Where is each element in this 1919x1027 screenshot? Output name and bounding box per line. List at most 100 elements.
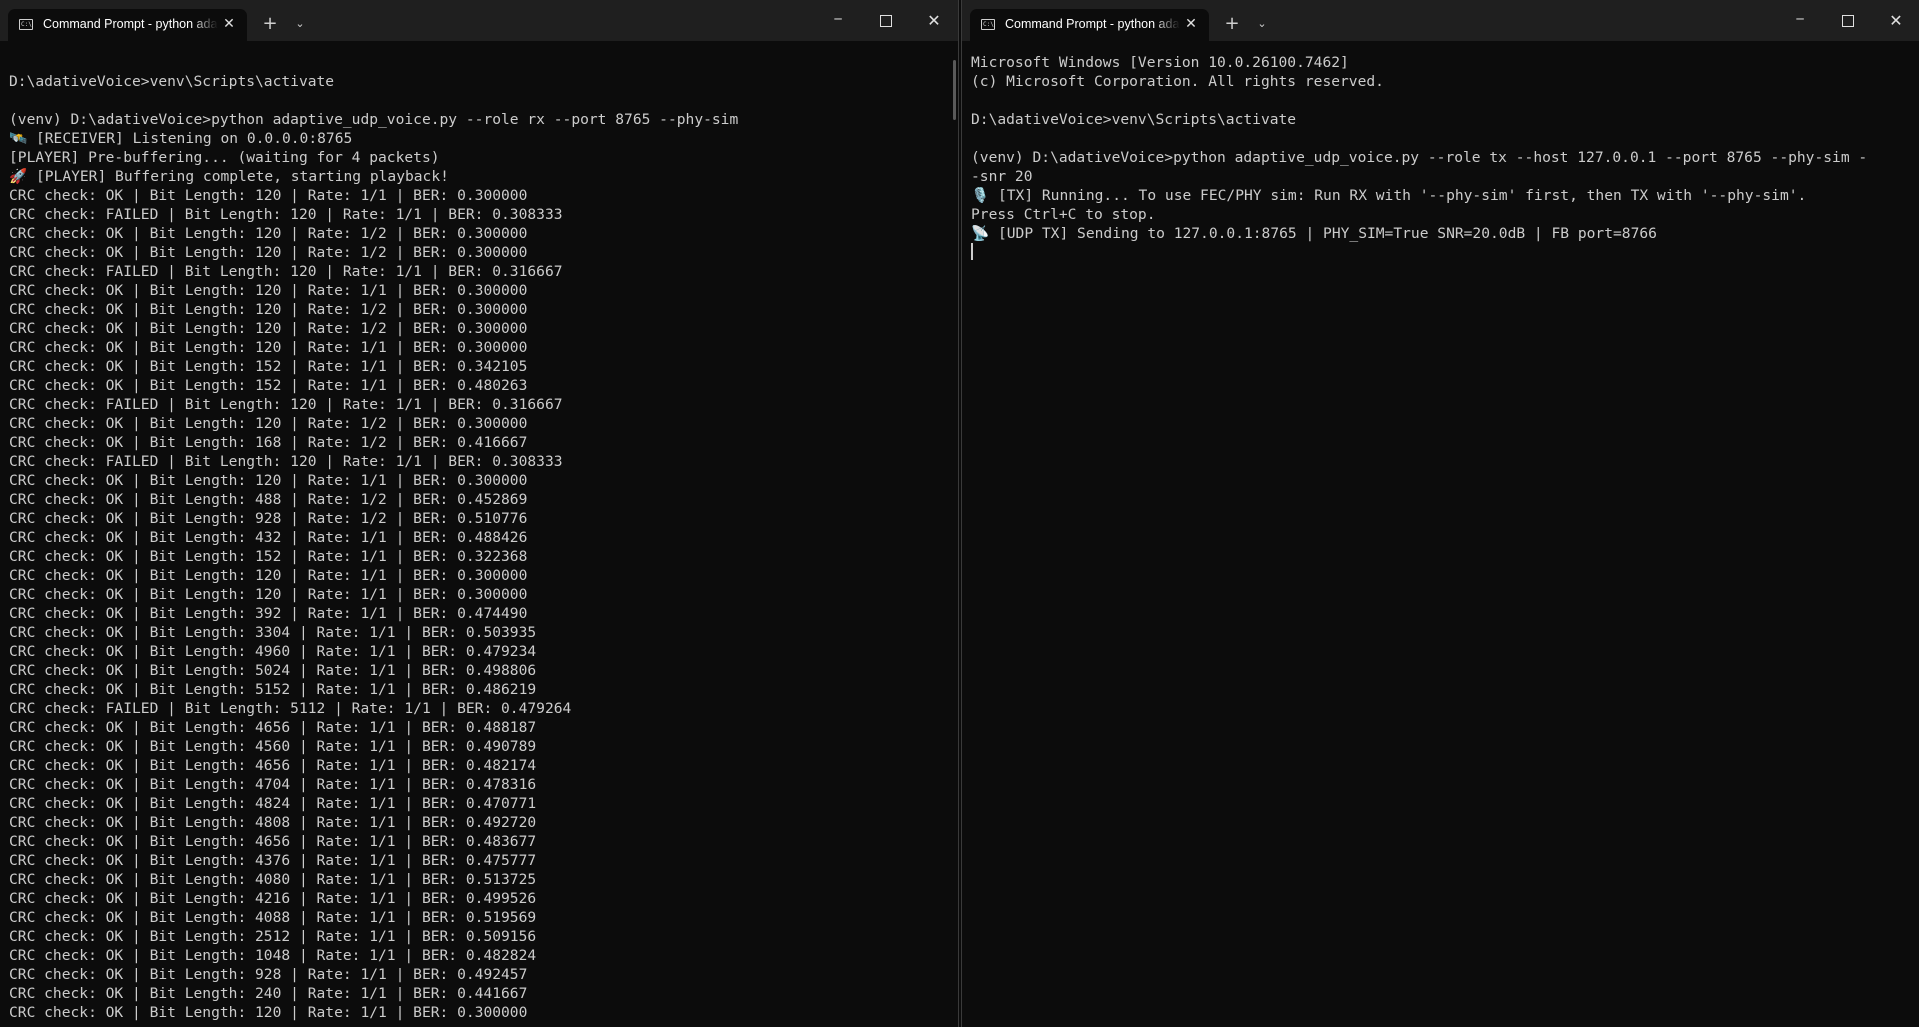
maximize-button[interactable] — [866, 6, 906, 36]
console-line: CRC check: OK | Bit Length: 392 | Rate: … — [9, 604, 950, 623]
console-line: CRC check: OK | Bit Length: 4080 | Rate:… — [9, 870, 950, 889]
console-line-text: [RECEIVER] Listening on 0.0.0.0:8765 — [35, 130, 353, 147]
console-line: CRC check: OK | Bit Length: 120 | Rate: … — [9, 414, 950, 433]
console-line-text: CRC check: OK | Bit Length: 152 | Rate: … — [9, 548, 528, 565]
console-line: 📡 [UDP TX] Sending to 127.0.0.1:8765 | P… — [971, 224, 1912, 243]
console-line-text: CRC check: OK | Bit Length: 4656 | Rate:… — [9, 719, 537, 736]
console-line-text: CRC check: OK | Bit Length: 5152 | Rate:… — [9, 681, 537, 698]
console-line: CRC check: OK | Bit Length: 240 | Rate: … — [9, 984, 950, 1003]
scrollbar-thumb[interactable] — [953, 60, 956, 120]
terminal-icon: C:\ — [19, 19, 33, 30]
console-line-text: CRC check: FAILED | Bit Length: 120 | Ra… — [9, 206, 563, 223]
console-line: CRC check: OK | Bit Length: 120 | Rate: … — [9, 1003, 950, 1022]
left-terminal-window[interactable]: C:\ Command Prompt - python adaptive_udp… — [0, 0, 959, 1027]
console-line-text: CRC check: FAILED | Bit Length: 120 | Ra… — [9, 263, 563, 280]
console-line-text: CRC check: OK | Bit Length: 152 | Rate: … — [9, 377, 528, 394]
console-line: CRC check: OK | Bit Length: 928 | Rate: … — [9, 509, 950, 528]
console-line-text: CRC check: OK | Bit Length: 4808 | Rate:… — [9, 814, 537, 831]
title-bar: C:\ Command Prompt - python adaptive_udp… — [962, 0, 1919, 41]
console-line: CRC check: OK | Bit Length: 4704 | Rate:… — [9, 775, 950, 794]
console-line: CRC check: OK | Bit Length: 120 | Rate: … — [9, 281, 950, 300]
right-terminal-window[interactable]: C:\ Command Prompt - python adaptive_udp… — [961, 0, 1919, 1027]
close-tab-icon[interactable]: ✕ — [221, 15, 237, 33]
console-line: Press Ctrl+C to stop. — [971, 205, 1912, 224]
console-line-text: CRC check: OK | Bit Length: 120 | Rate: … — [9, 586, 528, 603]
title-bar: C:\ Command Prompt - python adaptive_udp… — [0, 0, 958, 41]
console-line-text: CRC check: OK | Bit Length: 120 | Rate: … — [9, 282, 528, 299]
console-line: CRC check: OK | Bit Length: 5152 | Rate:… — [9, 680, 950, 699]
console-line-text: [PLAYER] Pre-buffering... (waiting for 4… — [9, 149, 440, 166]
console-line-text: CRC check: OK | Bit Length: 120 | Rate: … — [9, 301, 528, 318]
terminal-icon: C:\ — [981, 19, 995, 30]
emoji-icon: 🛰️ — [9, 130, 28, 147]
console-line-text: D:\adativeVoice>venv\Scripts\activate — [9, 73, 335, 90]
console-line: CRC check: OK | Bit Length: 1048 | Rate:… — [9, 946, 950, 965]
console-line-text: -snr 20 — [971, 168, 1033, 185]
console-line: (venv) D:\adativeVoice>python adaptive_u… — [9, 110, 950, 129]
console-output[interactable]: D:\adativeVoice>venv\Scripts\activate (ve… — [9, 53, 950, 1027]
console-line: CRC check: OK | Bit Length: 152 | Rate: … — [9, 376, 950, 395]
close-window-button[interactable]: ✕ — [1876, 6, 1916, 36]
console-line: CRC check: FAILED | Bit Length: 120 | Ra… — [9, 205, 950, 224]
new-tab-button[interactable]: + — [260, 12, 280, 36]
console-line: CRC check: OK | Bit Length: 4656 | Rate:… — [9, 832, 950, 851]
console-line: CRC check: OK | Bit Length: 120 | Rate: … — [9, 338, 950, 357]
console-line-text: CRC check: OK | Bit Length: 4960 | Rate:… — [9, 643, 537, 660]
console-line-text: CRC check: OK | Bit Length: 1048 | Rate:… — [9, 947, 537, 964]
console-line-text: CRC check: OK | Bit Length: 488 | Rate: … — [9, 491, 528, 508]
emoji-icon: 📡 — [971, 225, 990, 242]
console-line: 🛰️ [RECEIVER] Listening on 0.0.0.0:8765 — [9, 129, 950, 148]
console-line: CRC check: OK | Bit Length: 120 | Rate: … — [9, 224, 950, 243]
console-line: CRC check: OK | Bit Length: 4560 | Rate:… — [9, 737, 950, 756]
tab-command-prompt[interactable]: C:\ Command Prompt - python adaptive_udp… — [970, 9, 1209, 41]
console-line: CRC check: FAILED | Bit Length: 120 | Ra… — [9, 452, 950, 471]
console-line: -snr 20 — [971, 167, 1912, 186]
console-line: CRC check: OK | Bit Length: 168 | Rate: … — [9, 433, 950, 452]
console-line-text: CRC check: OK | Bit Length: 120 | Rate: … — [9, 244, 528, 261]
maximize-icon — [1842, 15, 1854, 27]
console-line-text: CRC check: OK | Bit Length: 4824 | Rate:… — [9, 795, 537, 812]
console-line-text: CRC check: OK | Bit Length: 4216 | Rate:… — [9, 890, 537, 907]
console-line: CRC check: OK | Bit Length: 4960 | Rate:… — [9, 642, 950, 661]
console-line-text: CRC check: OK | Bit Length: 4656 | Rate:… — [9, 833, 537, 850]
emoji-icon: 🎙️ — [971, 187, 990, 204]
console-line-text: CRC check: OK | Bit Length: 928 | Rate: … — [9, 510, 528, 527]
console-output[interactable]: Microsoft Windows [Version 10.0.26100.74… — [971, 53, 1912, 1027]
console-line-text: CRC check: OK | Bit Length: 4704 | Rate:… — [9, 776, 537, 793]
close-window-button[interactable]: ✕ — [914, 6, 954, 36]
tab-dropdown-button[interactable]: ⌄ — [1252, 12, 1272, 36]
console-line-text: CRC check: OK | Bit Length: 928 | Rate: … — [9, 966, 528, 983]
console-line: CRC check: OK | Bit Length: 4216 | Rate:… — [9, 889, 950, 908]
console-line-text: (venv) D:\adativeVoice>python adaptive_u… — [971, 149, 1868, 166]
console-line: D:\adativeVoice>venv\Scripts\activate — [971, 110, 1912, 129]
console-line-text: CRC check: OK | Bit Length: 120 | Rate: … — [9, 415, 528, 432]
console-line-text: CRC check: OK | Bit Length: 4656 | Rate:… — [9, 757, 537, 774]
console-line-text: CRC check: OK | Bit Length: 4088 | Rate:… — [9, 909, 537, 926]
tab-dropdown-button[interactable]: ⌄ — [290, 12, 310, 36]
console-line: CRC check: OK | Bit Length: 152 | Rate: … — [9, 547, 950, 566]
console-line-text: CRC check: OK | Bit Length: 168 | Rate: … — [9, 434, 528, 451]
maximize-button[interactable] — [1828, 6, 1868, 36]
console-line-text: CRC check: OK | Bit Length: 432 | Rate: … — [9, 529, 528, 546]
console-line: CRC check: OK | Bit Length: 5024 | Rate:… — [9, 661, 950, 680]
text-cursor — [971, 243, 973, 260]
console-line-text: CRC check: OK | Bit Length: 120 | Rate: … — [9, 1004, 528, 1021]
console-line-text: CRC check: OK | Bit Length: 4376 | Rate:… — [9, 852, 537, 869]
console-line-text: [PLAYER] Buffering complete, starting pl… — [35, 168, 449, 185]
console-line-text: CRC check: OK | Bit Length: 4080 | Rate:… — [9, 871, 537, 888]
console-line-text: [UDP TX] Sending to 127.0.0.1:8765 | PHY… — [997, 225, 1657, 242]
console-line: CRC check: FAILED | Bit Length: 120 | Ra… — [9, 395, 950, 414]
minimize-button[interactable]: ─ — [1780, 6, 1820, 36]
minimize-button[interactable]: ─ — [818, 6, 858, 36]
console-line-text: CRC check: OK | Bit Length: 392 | Rate: … — [9, 605, 528, 622]
console-line-text: CRC check: OK | Bit Length: 120 | Rate: … — [9, 567, 528, 584]
console-line-text: CRC check: OK | Bit Length: 152 | Rate: … — [9, 358, 528, 375]
close-tab-icon[interactable]: ✕ — [1183, 15, 1199, 33]
console-line: 🚀 [PLAYER] Buffering complete, starting … — [9, 167, 950, 186]
console-line: CRC check: OK | Bit Length: 4824 | Rate:… — [9, 794, 950, 813]
console-line-text: Press Ctrl+C to stop. — [971, 206, 1156, 223]
new-tab-button[interactable]: + — [1222, 12, 1242, 36]
tab-command-prompt[interactable]: C:\ Command Prompt - python adaptive_udp… — [8, 9, 247, 41]
maximize-icon — [880, 15, 892, 27]
